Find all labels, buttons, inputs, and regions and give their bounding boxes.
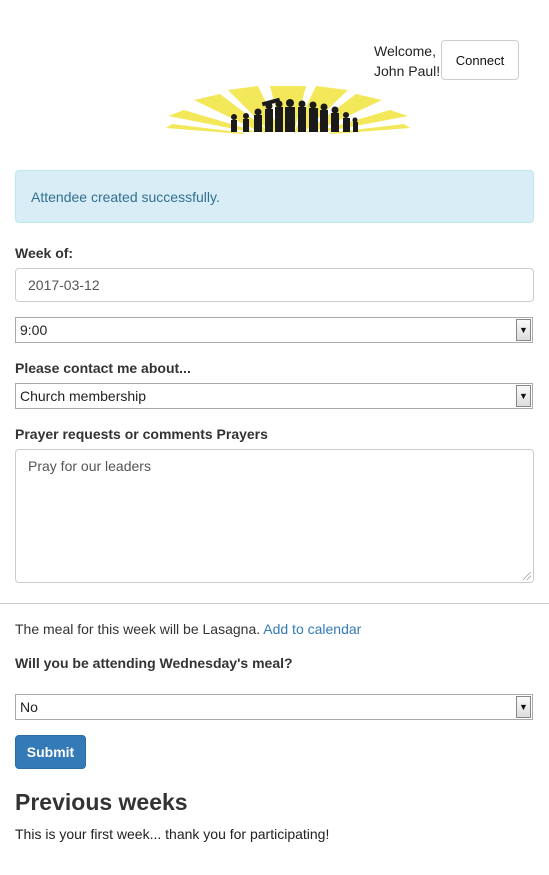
meal-info: The meal for this week will be Lasagna. … xyxy=(15,621,361,637)
week-of-label: Week of: xyxy=(15,245,74,261)
previous-weeks-text: This is your first week... thank you for… xyxy=(15,826,330,842)
contact-topic-value: Church membership xyxy=(20,388,147,404)
prayer-textarea[interactable]: Pray for our leaders xyxy=(15,449,534,583)
resize-grip-icon[interactable] xyxy=(523,572,531,580)
meal-attendance-value: No xyxy=(20,699,38,715)
submit-button[interactable]: Submit xyxy=(15,735,86,769)
prayer-text: Pray for our leaders xyxy=(28,458,151,474)
week-of-input[interactable]: 2017-03-12 xyxy=(15,268,534,302)
chevron-down-icon: ▼ xyxy=(516,385,531,407)
previous-weeks-heading: Previous weeks xyxy=(15,789,188,815)
meal-attendance-select[interactable]: No ▼ xyxy=(15,694,533,720)
welcome-user-name: John Paul! xyxy=(374,63,441,79)
success-alert: Attendee created successfully. xyxy=(15,170,534,223)
meal-question-label: Will you be attending Wednesday's meal? xyxy=(15,655,293,671)
alert-message: Attendee created successfully. xyxy=(31,188,220,205)
meal-text: The meal for this week will be Lasagna. xyxy=(15,621,261,637)
week-of-value: 2017-03-12 xyxy=(28,277,100,293)
add-to-calendar-link[interactable]: Add to calendar xyxy=(263,621,361,637)
contact-label: Please contact me about... xyxy=(15,360,191,376)
chevron-down-icon: ▼ xyxy=(516,696,531,718)
church-logo xyxy=(166,86,410,134)
contact-topic-select[interactable]: Church membership ▼ xyxy=(15,383,533,409)
welcome-greeting: Welcome, xyxy=(374,43,436,59)
connect-button[interactable]: Connect xyxy=(441,40,519,80)
prayer-label: Prayer requests or comments Prayers xyxy=(15,426,268,442)
welcome-message: Welcome, John Paul! xyxy=(374,41,440,81)
service-time-value: 9:00 xyxy=(20,322,48,338)
section-divider xyxy=(0,603,549,604)
service-time-select[interactable]: 9:00 ▼ xyxy=(15,317,533,343)
chevron-down-icon: ▼ xyxy=(516,319,531,341)
